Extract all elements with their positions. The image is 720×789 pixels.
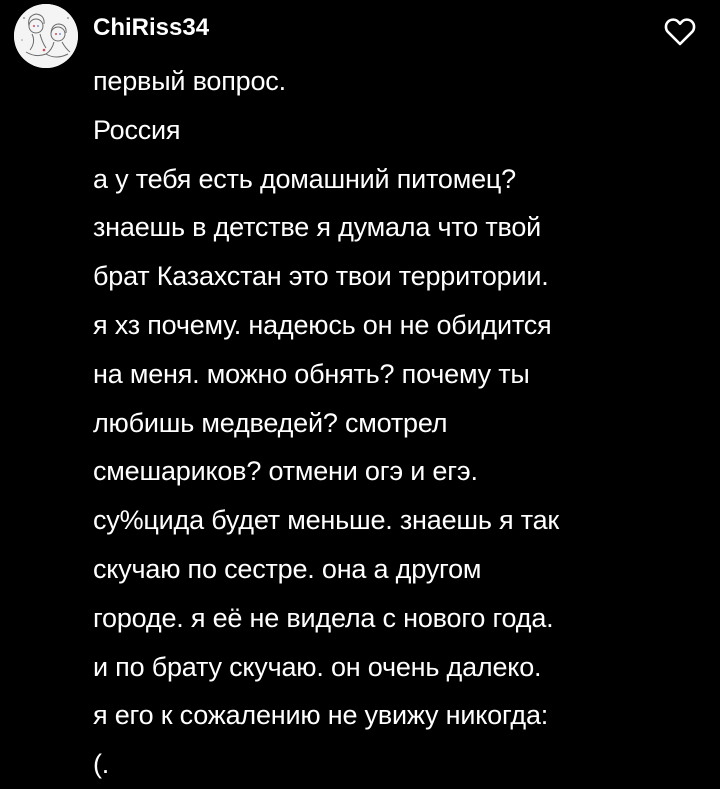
comment-line: первый вопрос.: [93, 66, 286, 96]
username[interactable]: ChiRiss34: [93, 14, 209, 42]
comment-line: смешариков? отмени огэ и егэ.: [93, 456, 478, 487]
comment-line: скучаю по сестре. она а другом: [93, 553, 482, 584]
avatar-sketch-icon: [14, 4, 78, 68]
comment-line: на меня. можно обнять? почему ты: [93, 358, 530, 389]
comment-line: су%цида будет меньше. знаешь я так: [93, 505, 560, 536]
comment-text: первый вопрос. Россия а у тебя есть дома…: [93, 57, 693, 789]
heart-outline-icon: [664, 18, 696, 46]
comment-line: знаешь в детстве я думала что твой: [93, 212, 542, 243]
comment-line: (.: [93, 749, 110, 780]
comment-line: брат Казахстан это твои территории.: [93, 261, 549, 292]
like-button[interactable]: [664, 17, 696, 47]
comment-line: я хз почему. надеюсь он не обидится: [93, 309, 552, 340]
comment-line: и по брату скучаю. он очень далеко.: [93, 651, 542, 682]
comment-line: любишь медведей? смотрел: [93, 407, 448, 438]
comment-line: а у тебя есть домашний питомец?: [93, 163, 516, 194]
avatar[interactable]: [14, 4, 78, 68]
comment-line: Россия: [93, 114, 181, 145]
comment: ChiRiss34 первый вопрос. Россия а у тебя…: [0, 0, 720, 779]
comment-line: городе. я её не видела с нового года.: [93, 602, 554, 633]
comment-line: я его к сожалению не увижу никогда:: [93, 700, 549, 731]
